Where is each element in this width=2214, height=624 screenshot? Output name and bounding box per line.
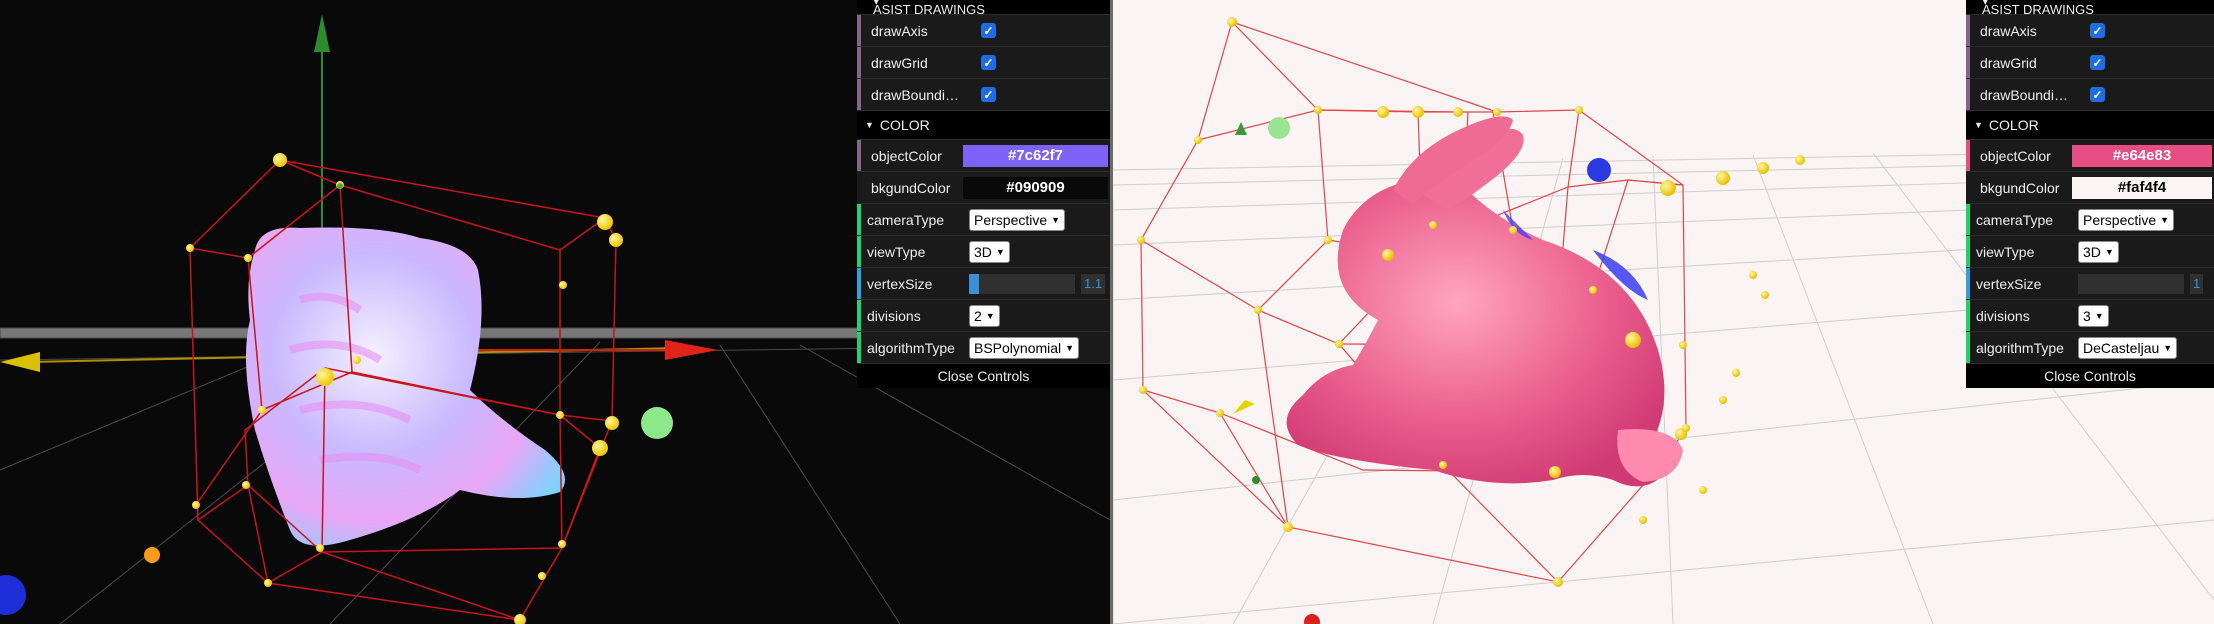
left-draw-bounding-label: drawBounding… xyxy=(871,86,963,103)
left-algorithm-type-label: algorithmType xyxy=(867,339,955,356)
left-object-color-picker[interactable]: #7c62f7 xyxy=(963,144,1108,167)
left-draw-axis-row: drawAxis ✓ xyxy=(857,15,1110,47)
left-object-color-label: objectColor xyxy=(871,147,942,164)
left-algorithm-type-select[interactable]: BSPolynomial ▼ xyxy=(969,336,1080,359)
chevron-down-icon: ▼ xyxy=(2163,342,2173,353)
left-draw-grid-label: drawGrid xyxy=(871,54,928,71)
left-camera-type-select[interactable]: Perspective ▼ xyxy=(969,208,1066,231)
right-object-color-label: objectColor xyxy=(1980,147,2051,164)
right-algorithm-type-label: algorithmType xyxy=(1976,339,2064,356)
head-model xyxy=(246,227,565,546)
right-draw-grid-checkbox[interactable]: ✓ xyxy=(2090,55,2105,70)
left-camera-type-row: cameraType Perspective ▼ xyxy=(857,204,1110,236)
right-algorithm-type-select[interactable]: DeCasteljau ▼ xyxy=(2078,336,2178,359)
right-draw-axis-label: drawAxis xyxy=(1980,22,2037,39)
right-close-controls-button[interactable]: Close Controls xyxy=(1966,364,2214,388)
chevron-down-icon: ▼ xyxy=(995,246,1005,257)
right-algorithm-type-row: algorithmType DeCasteljau ▼ xyxy=(1966,332,2214,364)
right-vertex-size-slider[interactable]: 1 xyxy=(2078,273,2204,294)
left-folder-asist-drawings[interactable]: ▾ ASIST DRAWINGS xyxy=(857,0,1110,15)
left-camera-type-label: cameraType xyxy=(867,211,945,228)
right-vertex-size-row: vertexSize 1 xyxy=(1966,268,2214,300)
left-divisions-label: divisions xyxy=(867,307,921,324)
left-view-type-row: viewType 3D ▼ xyxy=(857,236,1110,268)
right-draw-grid-row: drawGrid ✓ xyxy=(1966,47,2214,79)
left-view-type-select[interactable]: 3D ▼ xyxy=(969,240,1010,263)
left-vertex-size-label: vertexSize xyxy=(867,275,933,292)
right-folder-color[interactable]: ▼ COLOR xyxy=(1966,111,2214,140)
right-viewport[interactable]: ▾ ASIST DRAWINGS drawAxis ✓ drawGrid ✓ draw… xyxy=(1113,0,2214,624)
left-viewport[interactable]: ▾ ASIST DRAWINGS drawAxis ✓ drawGrid ✓ draw… xyxy=(0,0,1110,624)
chevron-down-icon: ▼ xyxy=(2160,214,2170,225)
left-bkgund-color-picker[interactable]: #090909 xyxy=(963,176,1108,199)
right-draw-grid-label: drawGrid xyxy=(1980,54,2037,71)
right-folder-asist-drawings[interactable]: ▾ ASIST DRAWINGS xyxy=(1966,0,2214,15)
right-draw-bounding-row: drawBounding… ✓ xyxy=(1966,79,2214,111)
left-view-type-label: viewType xyxy=(867,243,926,260)
right-camera-type-select[interactable]: Perspective ▼ xyxy=(2078,208,2175,231)
right-view-type-label: viewType xyxy=(1976,243,2035,260)
left-vertex-size-row: vertexSize 1.1 xyxy=(857,268,1110,300)
right-bkgund-color-row: bkgundColor #faf4f4 xyxy=(1966,172,2214,204)
left-bkgund-color-row: bkgundColor #090909 xyxy=(857,172,1110,204)
right-draw-axis-checkbox[interactable]: ✓ xyxy=(2090,23,2105,38)
left-algorithm-type-row: algorithmType BSPolynomial ▼ xyxy=(857,332,1110,364)
right-camera-type-label: cameraType xyxy=(1976,211,2054,228)
chevron-down-icon: ▼ xyxy=(1065,342,1075,353)
right-draw-bounding-label: drawBounding… xyxy=(1980,86,2072,103)
right-vertex-size-value[interactable]: 1 xyxy=(2190,273,2204,294)
right-color-chevron-down-icon: ▼ xyxy=(1974,120,1983,130)
left-draw-grid-checkbox[interactable]: ✓ xyxy=(981,55,996,70)
left-vertex-size-slider[interactable]: 1.1 xyxy=(969,273,1106,294)
right-draw-bounding-checkbox[interactable]: ✓ xyxy=(2090,87,2105,102)
right-bkgund-color-label: bkgundColor xyxy=(1980,179,2060,196)
right-draw-axis-row: drawAxis ✓ xyxy=(1966,15,2214,47)
chevron-down-icon: ▼ xyxy=(2104,246,2114,257)
left-draw-axis-label: drawAxis xyxy=(871,22,928,39)
right-vertex-size-label: vertexSize xyxy=(1976,275,2042,292)
left-divisions-row: divisions 2 ▼ xyxy=(857,300,1110,332)
right-bkgund-color-picker[interactable]: #faf4f4 xyxy=(2072,176,2212,199)
right-divisions-row: divisions 3 ▼ xyxy=(1966,300,2214,332)
chevron-down-icon: ▼ xyxy=(985,310,995,321)
left-draw-bounding-checkbox[interactable]: ✓ xyxy=(981,87,996,102)
right-object-color-row: objectColor #e64e83 xyxy=(1966,140,2214,172)
right-divisions-label: divisions xyxy=(1976,307,2030,324)
left-close-controls-button[interactable]: Close Controls xyxy=(857,364,1110,388)
left-vertex-size-value[interactable]: 1.1 xyxy=(1081,273,1106,294)
right-view-type-select[interactable]: 3D ▼ xyxy=(2078,240,2119,263)
right-object-color-picker[interactable]: #e64e83 xyxy=(2072,144,2212,167)
left-draw-grid-row: drawGrid ✓ xyxy=(857,47,1110,79)
left-draw-axis-checkbox[interactable]: ✓ xyxy=(981,23,996,38)
bunny-model xyxy=(1286,116,1683,487)
chevron-down-icon: ▼ xyxy=(2094,310,2104,321)
right-divisions-select[interactable]: 3 ▼ xyxy=(2078,304,2109,327)
light-marker-icon xyxy=(641,407,673,439)
right-camera-type-row: cameraType Perspective ▼ xyxy=(1966,204,2214,236)
right-controls-panel: ▾ ASIST DRAWINGS drawAxis ✓ drawGrid ✓ draw… xyxy=(1966,0,2214,388)
left-bkgund-color-label: bkgundColor xyxy=(871,179,951,196)
chevron-down-icon: ▼ xyxy=(1051,214,1061,225)
left-color-chevron-down-icon: ▼ xyxy=(865,120,874,130)
left-controls-panel: ▾ ASIST DRAWINGS drawAxis ✓ drawGrid ✓ draw… xyxy=(857,0,1110,388)
left-divisions-select[interactable]: 2 ▼ xyxy=(969,304,1000,327)
right-view-type-row: viewType 3D ▼ xyxy=(1966,236,2214,268)
left-draw-bounding-row: drawBounding… ✓ xyxy=(857,79,1110,111)
left-folder-color[interactable]: ▼ COLOR xyxy=(857,111,1110,140)
left-object-color-row: objectColor #7c62f7 xyxy=(857,140,1110,172)
